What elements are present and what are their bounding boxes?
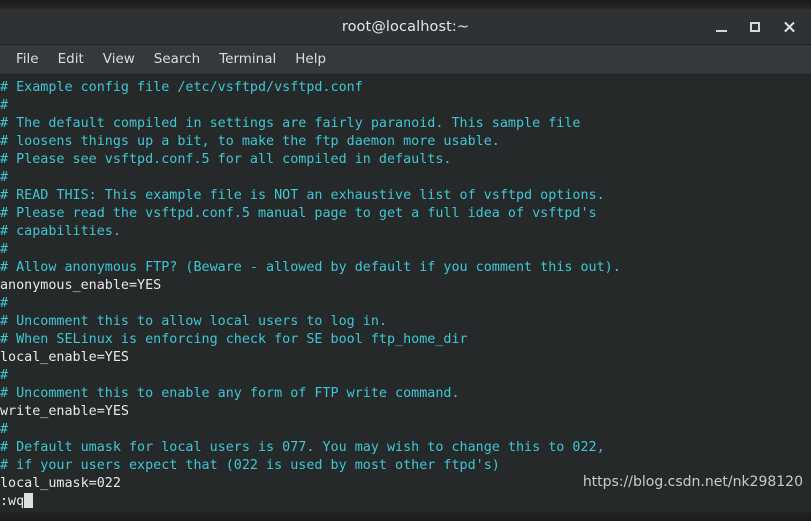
terminal-text-area[interactable]: # Example config file /etc/vsftpd/vsftpd…: [0, 79, 621, 511]
menu-item-view[interactable]: View: [94, 49, 144, 70]
terminal-line: # When SELinux is enforcing check for SE…: [0, 332, 468, 347]
terminal-command-text: :wq: [0, 494, 25, 509]
terminal-line: write_enable=YES: [0, 404, 129, 419]
terminal-line: # The default compiled in settings are f…: [0, 116, 581, 131]
close-button[interactable]: [773, 12, 805, 42]
window-controls: [705, 9, 805, 45]
terminal-window: root@localhost:~ File Edit View Search T…: [0, 0, 811, 521]
terminal-line: # if your users expect that (022 is used…: [0, 458, 500, 473]
terminal-line: # READ THIS: This example file is NOT an…: [0, 188, 605, 203]
menu-item-file[interactable]: File: [7, 49, 48, 70]
terminal-cursor: [24, 493, 34, 508]
minimize-button[interactable]: [705, 12, 737, 42]
terminal-line: # Example config file /etc/vsftpd/vsftpd…: [0, 80, 363, 95]
terminal-line: #: [0, 422, 9, 437]
watermark: https://blog.csdn.net/nk298120: [582, 474, 803, 490]
terminal-line: #: [0, 368, 9, 383]
terminal-screen[interactable]: # Example config file /etc/vsftpd/vsftpd…: [0, 75, 811, 512]
terminal-line: # Please read the vsftpd.conf.5 manual p…: [0, 206, 597, 221]
terminal-line: # loosens things up a bit, to make the f…: [0, 134, 500, 149]
terminal-line: # Uncomment this to enable any form of F…: [0, 386, 460, 401]
terminal-line: local_enable=YES: [0, 350, 129, 365]
terminal-line: #: [0, 170, 9, 185]
terminal-command-line[interactable]: :wq: [0, 493, 621, 511]
terminal-line: # Default umask for local users is 077. …: [0, 440, 605, 455]
close-icon: [783, 21, 795, 33]
maximize-button[interactable]: [739, 12, 771, 42]
terminal-line: #: [0, 98, 9, 113]
window-top-edge: [0, 0, 811, 9]
menubar: File Edit View Search Terminal Help: [0, 45, 811, 75]
minimize-icon: [715, 29, 727, 32]
window-title: root@localhost:~: [341, 18, 470, 35]
menu-item-terminal[interactable]: Terminal: [210, 49, 285, 70]
window-bottom-edge: [0, 512, 811, 521]
terminal-line: # Uncomment this to allow local users to…: [0, 314, 387, 329]
maximize-icon: [750, 22, 760, 32]
menu-item-search[interactable]: Search: [145, 49, 209, 70]
terminal-line: #: [0, 296, 9, 311]
terminal-line: # Please see vsftpd.conf.5 for all compi…: [0, 152, 452, 167]
terminal-line: # Allow anonymous FTP? (Beware - allowed…: [0, 260, 621, 275]
terminal-line: local_umask=022: [0, 476, 121, 491]
terminal-line: #: [0, 242, 9, 257]
terminal-line: # capabilities.: [0, 224, 121, 239]
window-titlebar[interactable]: root@localhost:~: [0, 9, 811, 45]
menu-item-help[interactable]: Help: [286, 49, 335, 70]
terminal-line: anonymous_enable=YES: [0, 278, 162, 293]
menu-item-edit[interactable]: Edit: [49, 49, 93, 70]
